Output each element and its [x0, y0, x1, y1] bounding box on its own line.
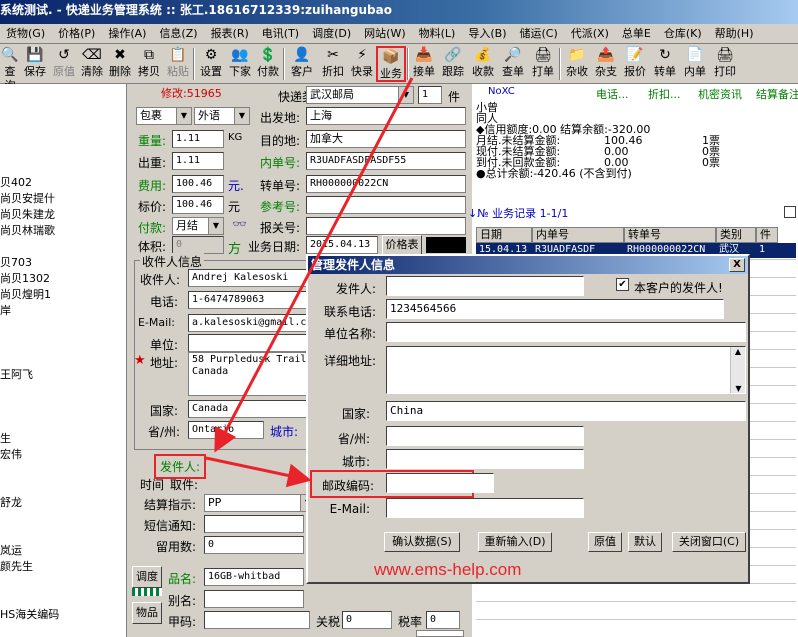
annotation-arrows: [205, 77, 414, 488]
arrow-toolbar-to-sender: [214, 77, 414, 453]
watermark: www.ems-help.com: [374, 560, 522, 579]
arrow-sender-to-postal: [205, 456, 312, 488]
